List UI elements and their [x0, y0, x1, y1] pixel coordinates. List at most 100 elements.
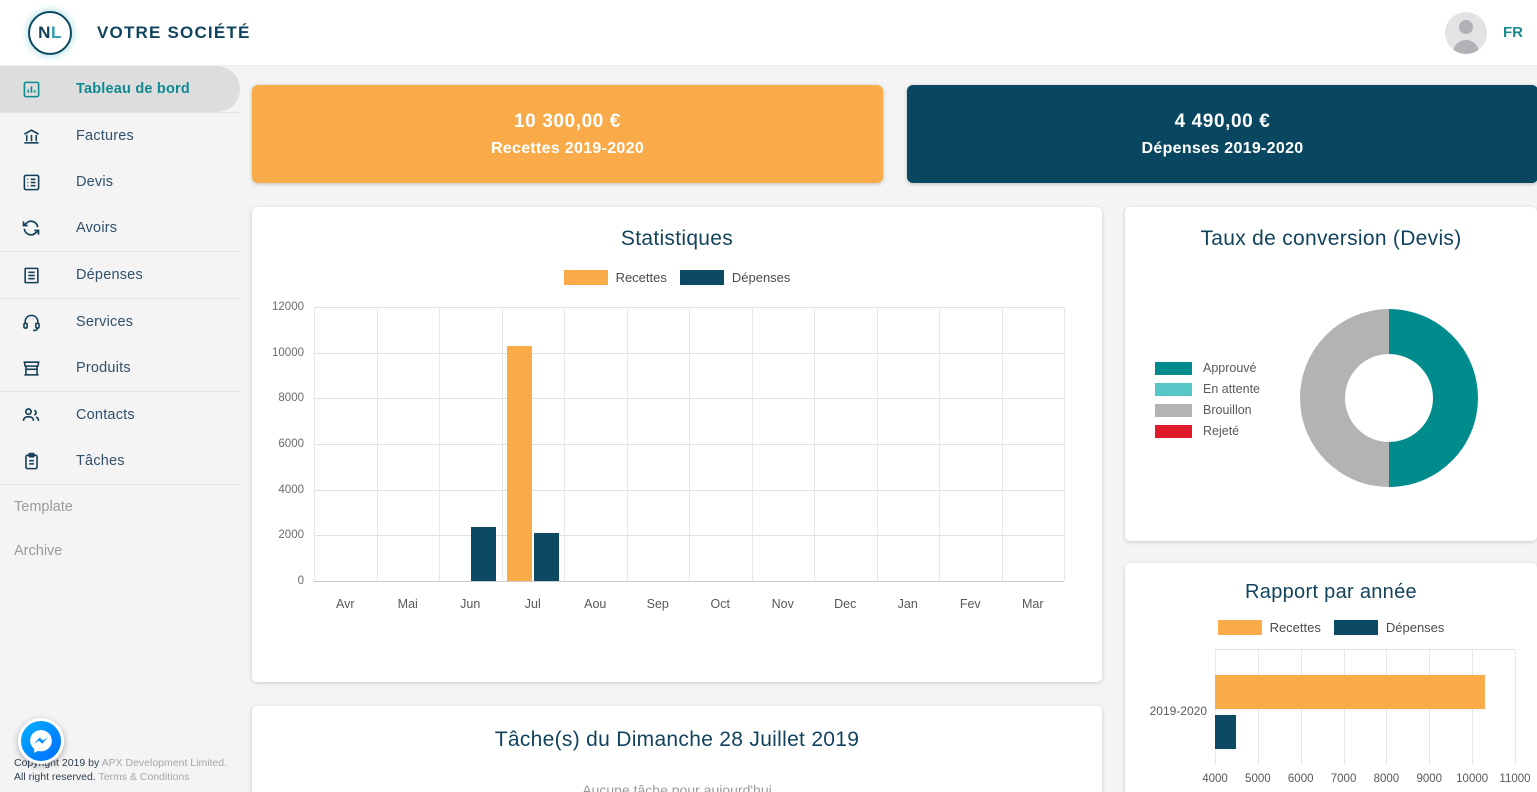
y-tick-label: 4000 [278, 483, 304, 496]
gridline-vertical [564, 307, 565, 581]
terms-link[interactable]: Terms & Conditions [98, 771, 189, 783]
bar[interactable] [1215, 715, 1236, 749]
gridline-vertical [939, 307, 940, 581]
statistics-panel: Statistiques Recettes Dépenses 0 2000 4000… [252, 207, 1102, 682]
statistics-title: Statistiques [620, 227, 734, 250]
report-panel: Rapport par année Recettes Dépenses 4000… [1125, 563, 1537, 792]
legend-swatch-recettes [1217, 620, 1262, 635]
sidebar-item-template[interactable]: Template [0, 485, 240, 529]
sidebar-group-expenses: Dépenses [0, 252, 240, 299]
conversion-panel: Taux de conversion (Devis) Approuvé En at… [1125, 207, 1537, 541]
sidebar-group-dashboard: Tableau de bord [0, 66, 240, 113]
donut-legend-item: Brouillon [1155, 403, 1260, 417]
x-tick-label: Mar [1021, 597, 1044, 611]
donut-legend-swatch [1155, 382, 1192, 396]
sidebar-item-produits[interactable]: Produits [0, 345, 240, 391]
sidebar-item-archive[interactable]: Archive [0, 529, 240, 573]
sidebar-item-contacts[interactable]: Contacts [0, 392, 240, 438]
category-label: 2019-2020 [1149, 704, 1207, 718]
legend-item-depenses: Dépenses [679, 270, 790, 285]
x-tick-label: 10000 [1456, 773, 1489, 785]
legend-item-recettes: Recettes [563, 270, 667, 285]
donut-legend-swatch [1155, 424, 1192, 438]
y-tick-label: 12000 [272, 301, 304, 313]
card-depenses[interactable]: 4 490,00 € Dépenses 2019-2020 [907, 85, 1537, 183]
footer-line-2: All right reserved. Terms & Conditions [14, 770, 240, 784]
card-recettes[interactable]: 10 300,00 € Recettes 2019-2020 [252, 85, 883, 183]
dashboard-icon [14, 80, 48, 99]
x-tick-label: 4000 [1202, 773, 1228, 785]
gridline [314, 581, 1064, 582]
sidebar-item-services[interactable]: Services [0, 299, 240, 345]
sidebar-label: Devis [76, 174, 114, 190]
bar[interactable] [471, 526, 497, 581]
messenger-icon[interactable] [18, 718, 64, 764]
receipt-icon [14, 266, 48, 285]
y-tick-label: 8000 [278, 392, 304, 405]
sidebar-item-avoirs[interactable]: Avoirs [0, 205, 240, 251]
legend-label: Recettes [1269, 620, 1321, 635]
logo-initial-l: L [50, 22, 62, 42]
conversion-title: Taux de conversion (Devis) [1200, 227, 1462, 250]
bank-icon [14, 127, 48, 146]
sidebar-item-tableau-de-bord[interactable]: Tableau de bord [0, 66, 240, 112]
sidebar-label: Tableau de bord [76, 81, 190, 97]
x-tick-label: 11000 [1499, 773, 1531, 785]
sidebar-group-crm: Contacts Tâches [0, 392, 240, 485]
bar[interactable] [1215, 675, 1485, 709]
gridline-vertical [752, 307, 753, 581]
sidebar-item-depenses[interactable]: Dépenses [0, 252, 240, 298]
donut-legend-label: En attente [1203, 382, 1260, 396]
donut-legend-swatch [1155, 361, 1192, 375]
sidebar-item-taches[interactable]: Tâches [0, 438, 240, 484]
legend-label: Recettes [615, 270, 667, 285]
header-actions: FR [1445, 11, 1537, 54]
gridline-vertical [877, 307, 878, 581]
conversion-legend: Approuvé En attente Brouillon Rejeté [1155, 361, 1260, 445]
x-tick-label: Sep [646, 597, 669, 611]
main-content: 10 300,00 € Recettes 2019-2020 4 490,00 … [240, 66, 1537, 792]
x-tick-label: 9000 [1416, 773, 1443, 785]
bar[interactable] [533, 532, 559, 581]
language-switcher[interactable]: FR [1503, 24, 1523, 41]
donut-legend-item: Approuvé [1155, 361, 1260, 375]
donut-legend-item: En attente [1155, 382, 1260, 396]
legend-swatch-depenses [1333, 620, 1378, 635]
x-tick-label: Fev [959, 597, 981, 611]
y-tick-label: 10000 [272, 346, 304, 359]
gridline-vertical [689, 307, 690, 581]
bar[interactable] [506, 345, 532, 581]
summary-cards: 10 300,00 € Recettes 2019-2020 4 490,00 … [252, 85, 1537, 183]
x-tick-label: Jun [460, 597, 481, 611]
avatar[interactable] [1445, 11, 1487, 54]
y-tick-label: 2000 [278, 529, 304, 542]
report-legend: Recettes Dépenses [1125, 620, 1537, 635]
clipboard-icon [14, 452, 48, 471]
legend-swatch-depenses [679, 270, 724, 285]
y-tick-label: 0 [297, 575, 304, 587]
app-logo[interactable]: NL [28, 10, 72, 55]
gridline-vertical [439, 307, 440, 581]
gridline-vertical [814, 307, 815, 581]
logo-circle: NL [28, 10, 72, 55]
x-tick-label: Jan [897, 597, 918, 611]
legend-swatch-recettes [563, 270, 608, 285]
statistics-chart: 0 2000 4000 6000 8000 10000 12000 Avr Mai Jun Jul A… [252, 299, 1102, 629]
statistics-legend: Recettes Dépenses [252, 270, 1102, 285]
gridline-vertical [1515, 650, 1516, 765]
tasks-title: Tâche(s) du Dimanche 28 Juillet 2019 [494, 728, 860, 751]
people-icon [14, 405, 48, 425]
plot-area [1215, 649, 1516, 765]
card-label: Dépenses 2019-2020 [1141, 139, 1304, 157]
y-axis-labels: 0 2000 4000 6000 8000 10000 12000 [252, 299, 304, 629]
donut-ring[interactable] [1300, 309, 1478, 487]
report-title: Rapport par année [1245, 581, 1417, 603]
sidebar-label: Avoirs [76, 220, 118, 236]
card-label: Recettes 2019-2020 [490, 139, 645, 157]
sidebar-label: Produits [76, 360, 131, 376]
footer-company-link[interactable]: APX Development Limited. [102, 757, 227, 769]
x-tick-label: 6000 [1287, 773, 1314, 785]
sidebar-item-devis[interactable]: Devis [0, 159, 240, 205]
list-icon [14, 173, 48, 192]
sidebar-item-factures[interactable]: Factures [0, 113, 240, 159]
